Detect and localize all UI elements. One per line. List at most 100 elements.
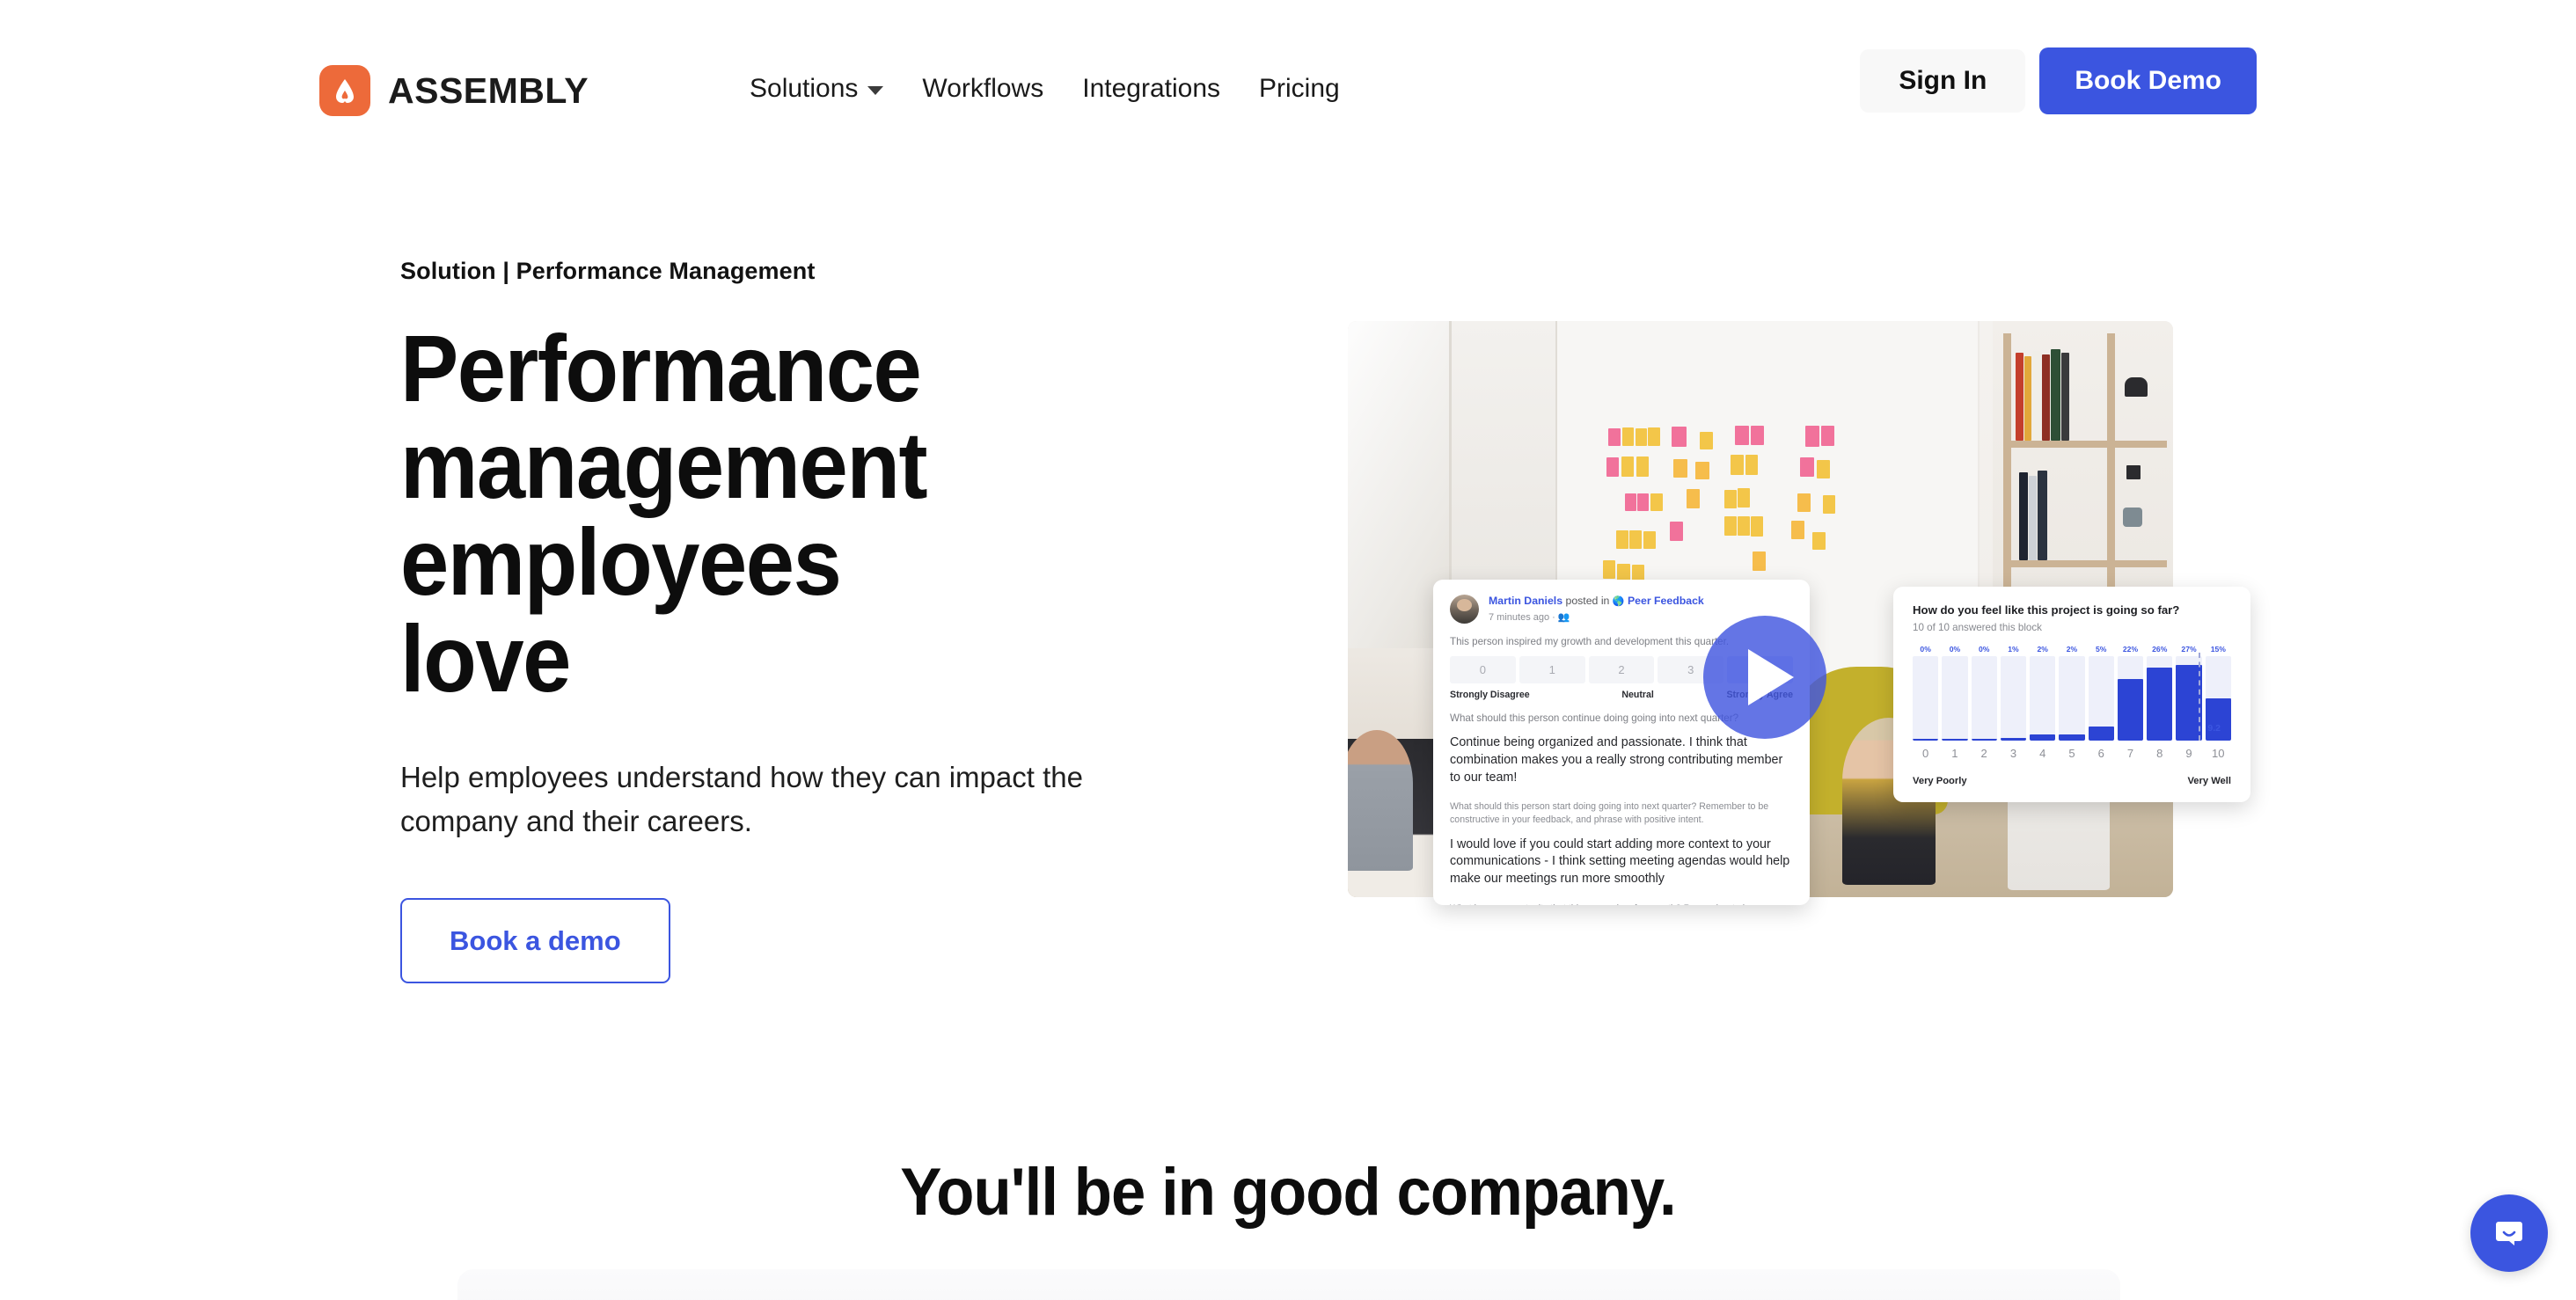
assembly-flame-logo-icon [319,65,370,116]
chart-bar-label-5: 2% [2066,644,2078,654]
chart-bar-track-8 [2147,656,2173,741]
chart-bar-label-6: 5% [2096,644,2107,654]
chart-tick-2: 2 [1980,746,1987,760]
chart-tick-9: 9 [2185,746,2192,760]
main-navigation: Solutions Workflows Integrations Pricing [750,76,1359,102]
chart-x-axis: 0 1 2 3 4 5 6 7 8 9 10 [1913,747,2231,760]
headline-line-3: employees [400,508,842,616]
chart-bar-label-10: 15% [2210,644,2226,654]
chart-average-marker-line [2199,652,2201,741]
nav-item-integrations[interactable]: Integrations [1063,76,1240,102]
sign-in-button[interactable]: Sign In [1860,49,2026,113]
nav-label-workflows: Workflows [922,74,1044,103]
feedback-question-4: What is one opportunity that this person… [1450,902,1793,905]
chart-tick-4: 4 [2039,746,2046,760]
hero-section: Solution | Performance Management Perfor… [0,163,2576,1148]
chevron-down-icon [867,86,884,95]
chart-average-value: 9.2 [2207,723,2221,734]
chart-bar-label-8: 26% [2152,644,2168,654]
rating-option-1[interactable]: 1 [1519,655,1585,683]
chart-bar-track-4 [2030,656,2056,741]
chart-bar-fill-1 [1942,738,1968,741]
headline-line-4: love [400,605,571,712]
nav-item-workflows[interactable]: Workflows [903,76,1063,102]
chart-bar-fill-8 [2147,667,2173,741]
chart-bar-track-5 [2059,656,2085,741]
nav-label-solutions: Solutions [750,74,859,103]
brand-logo-link[interactable]: ASSEMBLY [319,65,589,116]
photo-person-left [1348,730,1413,871]
chart-tick-5: 5 [2068,746,2075,760]
page-root: ASSEMBLY Solutions Workflows Integration… [0,0,2576,1300]
feedback-author-line: Martin Daniels posted in 🌎 Peer Feedback [1489,595,1704,609]
chart-bar-8: 26% [2147,644,2173,741]
chart-bar-3: 1% [2000,644,2027,741]
hero-copy: Solution | Performance Management Perfor… [400,259,1262,983]
chart-label-low: Very Poorly [1913,775,1967,786]
good-company-title: You'll be in good company. [900,1155,1676,1230]
chart-bar-fill-4 [2030,734,2056,741]
chart-bar-fill-10 [2205,698,2231,741]
hero-subcopy: Help employees understand how they can i… [400,760,1083,837]
hero-eyebrow: Solution | Performance Management [400,258,816,284]
chart-bar-0: 0% [1913,646,1939,741]
chart-bar-fill-5 [2059,734,2085,741]
nav-item-pricing[interactable]: Pricing [1240,76,1359,102]
header-actions: Sign In Book Demo [1860,47,2257,114]
chart-bar-label-3: 1% [2008,644,2019,654]
book-a-demo-button[interactable]: Book a demo [400,897,670,983]
chart-bar-track-2 [1971,656,1997,741]
chart-bar-label-1: 0% [1949,644,1961,654]
chart-bar-track-3 [2000,656,2027,741]
play-icon [1747,649,1794,705]
feedback-author-name[interactable]: Martin Daniels [1489,595,1562,607]
site-header: ASSEMBLY Solutions Workflows Integration… [0,0,2576,163]
rating-label-mid: Neutral [1621,689,1654,700]
feedback-channel-name[interactable]: Peer Feedback [1628,595,1704,607]
chart-bar-track-0 [1913,656,1939,741]
chart-bar-fill-0 [1913,738,1939,741]
chart-bar-2: 0% [1971,644,1997,741]
chart-tick-10: 10 [2212,746,2225,760]
chart-bar-label-4: 2% [2037,644,2048,654]
chart-tick-3: 3 [2009,746,2017,760]
chart-tick-8: 8 [2156,746,2163,760]
chart-bar-label-2: 0% [1978,644,1990,654]
chart-bar-7: 22% [2117,644,2144,741]
chat-bubble-smile-icon[interactable] [2470,1194,2548,1272]
chart-bar-4: 2% [2030,644,2056,741]
chart-bar-fill-2 [1971,738,1997,741]
people-icon: 👥 [1557,611,1570,623]
rating-option-0[interactable]: 0 [1450,655,1516,683]
chart-tick-0: 0 [1922,746,1929,760]
chart-bar-1: 0% [1942,644,1968,741]
brand-name: ASSEMBLY [388,69,589,111]
play-video-button[interactable] [1703,616,1826,739]
chart-bar-5: 2% [2059,644,2085,741]
logo-wall-panel [457,1269,2120,1300]
avatar [1450,595,1479,624]
chart-bar-track-7 [2117,656,2144,741]
chart-title: How do you feel like this project is goi… [1913,603,2180,617]
headline-line-1: Performance [400,315,922,421]
chart-bar-fill-3 [2000,737,2027,741]
feedback-question-3: What should this person start doing goin… [1450,801,1769,826]
nav-item-solutions[interactable]: Solutions [750,76,903,102]
feedback-timestamp: 7 minutes ago · 👥 [1489,611,1570,623]
chart-bar-6: 5% [2088,644,2114,741]
feedback-timestamp-text: 7 minutes ago [1489,611,1550,623]
survey-results-card: How do you feel like this project is goi… [1893,587,2250,802]
hero-media: Martin Daniels posted in 🌎 Peer Feedback… [1348,321,2250,905]
rating-option-2[interactable]: 2 [1588,655,1655,683]
chart-bar-label-7: 22% [2122,644,2139,654]
chart-bar-fill-7 [2117,679,2144,741]
chart-bar-fill-6 [2088,726,2114,741]
book-demo-button[interactable]: Book Demo [2039,47,2257,114]
chart-tick-1: 1 [1951,746,1958,760]
nav-label-integrations: Integrations [1082,74,1221,103]
chart-tick-7: 7 [2126,746,2134,760]
rating-label-low: Strongly Disagree [1450,689,1530,700]
chart-tick-6: 6 [2097,746,2104,760]
headline-line-2: management [400,412,928,519]
chart-subtitle: 10 of 10 answered this block [1913,621,2042,633]
